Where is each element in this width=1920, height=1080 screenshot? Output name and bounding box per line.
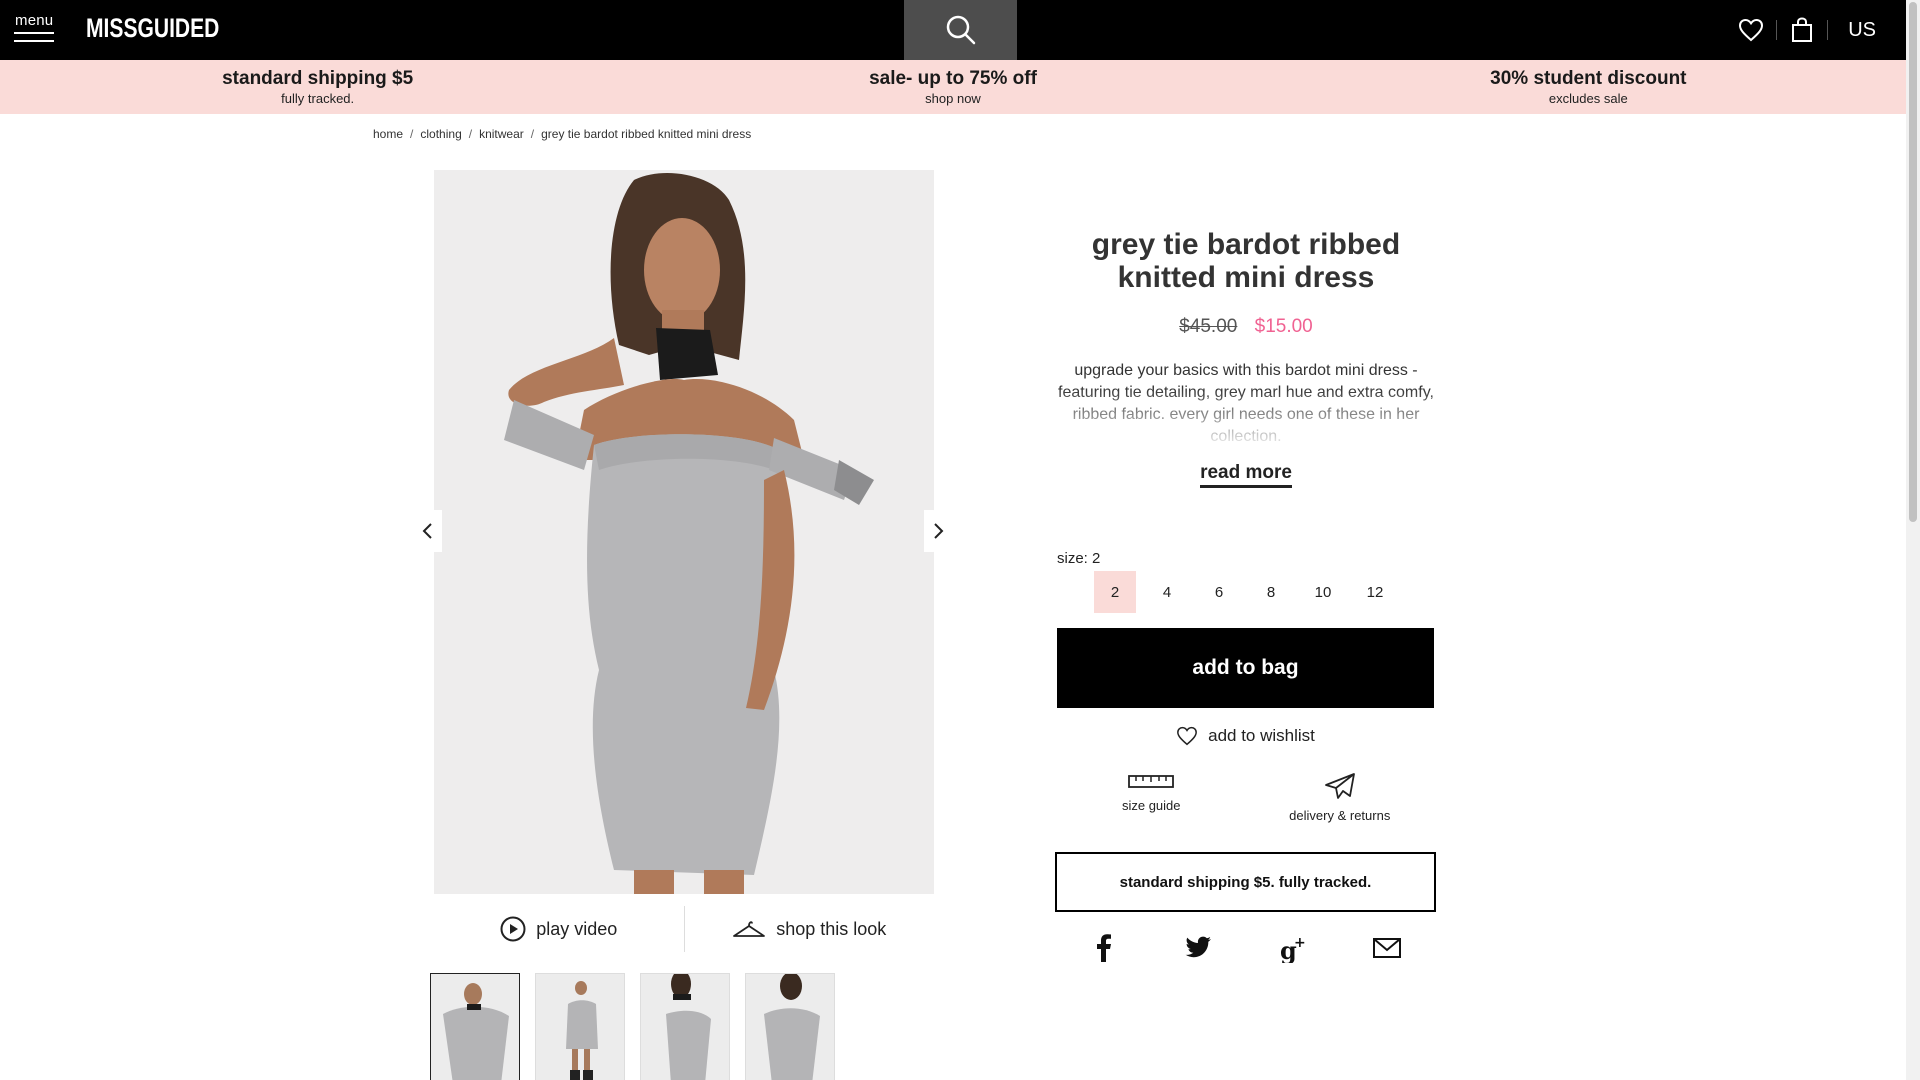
product-details: grey tie bardot ribbed knitted mini dres…: [1057, 228, 1435, 488]
promo-strip: standard shipping $5 fully tracked. sale…: [0, 60, 1906, 114]
original-price: $45.00: [1179, 316, 1238, 337]
thumbnail-3[interactable]: [640, 973, 730, 1080]
promo-subtitle: excludes sale: [1548, 91, 1628, 106]
prev-image-button[interactable]: [412, 510, 442, 552]
hamburger-icon: [14, 32, 54, 42]
add-to-wishlist-label: add to wishlist: [1208, 726, 1315, 745]
size-option[interactable]: 8: [1250, 571, 1292, 613]
thumbnail-4[interactable]: [745, 973, 835, 1080]
play-icon: [500, 916, 526, 942]
bag-icon: [1792, 17, 1813, 42]
promo-shipping[interactable]: standard shipping $5 fully tracked.: [0, 60, 635, 114]
search-button[interactable]: [904, 0, 1017, 60]
breadcrumb-knitwear[interactable]: knitwear: [479, 127, 524, 141]
price-block: $45.00 $15.00: [1057, 316, 1435, 338]
add-to-bag-button[interactable]: add to bag: [1057, 628, 1434, 708]
twitter-share-button[interactable]: [1178, 930, 1218, 966]
thumbnail-2[interactable]: [535, 973, 625, 1080]
delivery-returns-link[interactable]: delivery & returns: [1246, 772, 1435, 823]
breadcrumb-separator: /: [468, 127, 473, 141]
thumbnail-strip: [430, 973, 835, 1080]
sale-price: $15.00: [1254, 316, 1313, 337]
promo-student[interactable]: 30% student discount excludes sale: [1271, 60, 1906, 114]
size-label: size: 2: [1057, 550, 1101, 567]
breadcrumb-separator: /: [410, 127, 414, 141]
delivery-returns-label: delivery & returns: [1289, 808, 1391, 823]
info-links: size guide delivery & returns: [1057, 772, 1434, 823]
scrollbar-thumb[interactable]: [1909, 2, 1917, 522]
size-option[interactable]: 10: [1302, 571, 1344, 613]
country-selector[interactable]: US: [1828, 19, 1906, 42]
logo[interactable]: MISSGUIDED: [86, 13, 219, 44]
email-share-button[interactable]: [1367, 930, 1407, 966]
breadcrumb-home[interactable]: home: [373, 127, 403, 141]
size-guide-link[interactable]: size guide: [1057, 772, 1246, 823]
mail-icon: [1372, 938, 1401, 958]
page-scrollbar[interactable]: [1906, 0, 1920, 1080]
shipping-note: standard shipping $5. fully tracked.: [1055, 852, 1436, 912]
play-video-label: play video: [536, 918, 618, 939]
size-guide-label: size guide: [1121, 798, 1181, 813]
promo-title: standard shipping $5: [222, 68, 414, 89]
product-title: grey tie bardot ribbed knitted mini dres…: [1091, 228, 1401, 294]
size-option[interactable]: 2: [1094, 571, 1136, 613]
wishlist-header-button[interactable]: [1726, 0, 1776, 60]
size-selector: 2 4 6 8 10 12: [1094, 571, 1406, 613]
media-actions: play video shop this look: [434, 906, 934, 952]
breadcrumb: home / clothing / knitwear / grey tie ba…: [373, 127, 751, 141]
site-header: menu MISSGUIDED US: [0, 0, 1906, 60]
promo-subtitle: shop now: [925, 91, 981, 106]
promo-title: 30% student discount: [1490, 68, 1687, 89]
hanger-icon: [733, 921, 766, 937]
heart-icon: [1177, 726, 1198, 746]
google-plus-icon: g +: [1280, 935, 1306, 963]
chevron-right-icon: [934, 523, 944, 539]
ruler-icon: [1128, 775, 1175, 788]
paper-plane-icon: [1324, 773, 1355, 799]
product-main-image[interactable]: [434, 170, 934, 894]
heart-icon: [1739, 18, 1764, 42]
promo-subtitle: fully tracked.: [281, 91, 355, 106]
svg-text:+: +: [1294, 935, 1306, 951]
shop-this-look-button[interactable]: shop this look: [685, 906, 935, 952]
add-to-wishlist-button[interactable]: add to wishlist: [1057, 726, 1434, 746]
breadcrumb-current[interactable]: grey tie bardot ribbed knitted mini dres…: [541, 127, 751, 141]
thumbnail-1[interactable]: [430, 973, 520, 1080]
play-video-button[interactable]: play video: [434, 906, 684, 952]
promo-sale[interactable]: sale- up to 75% off shop now: [635, 60, 1270, 114]
promo-title: sale- up to 75% off: [869, 68, 1037, 89]
size-option[interactable]: 12: [1354, 571, 1396, 613]
next-image-button[interactable]: [924, 510, 954, 552]
facebook-icon: [1097, 934, 1112, 962]
bag-button[interactable]: [1777, 0, 1827, 60]
shop-this-look-label: shop this look: [776, 918, 887, 939]
product-description: upgrade your basics with this bardot min…: [1057, 360, 1435, 448]
search-icon: [946, 15, 975, 45]
size-option[interactable]: 4: [1146, 571, 1188, 613]
google-plus-share-button[interactable]: g +: [1273, 930, 1313, 966]
twitter-icon: [1185, 936, 1212, 958]
header-actions: US: [1726, 0, 1906, 60]
social-share: g +: [1057, 930, 1434, 966]
menu-label: menu: [15, 12, 54, 29]
description-fade: [1057, 388, 1435, 448]
product-page: menu MISSGUIDED US standard shipping $5 …: [0, 0, 1920, 1080]
size-option[interactable]: 6: [1198, 571, 1240, 613]
menu-button[interactable]: menu: [14, 12, 56, 48]
product-photo: [434, 170, 934, 894]
breadcrumb-clothing[interactable]: clothing: [420, 127, 461, 141]
read-more-link[interactable]: read more: [1200, 462, 1292, 488]
breadcrumb-separator: /: [530, 127, 535, 141]
chevron-left-icon: [422, 523, 432, 539]
facebook-share-button[interactable]: [1084, 930, 1124, 966]
